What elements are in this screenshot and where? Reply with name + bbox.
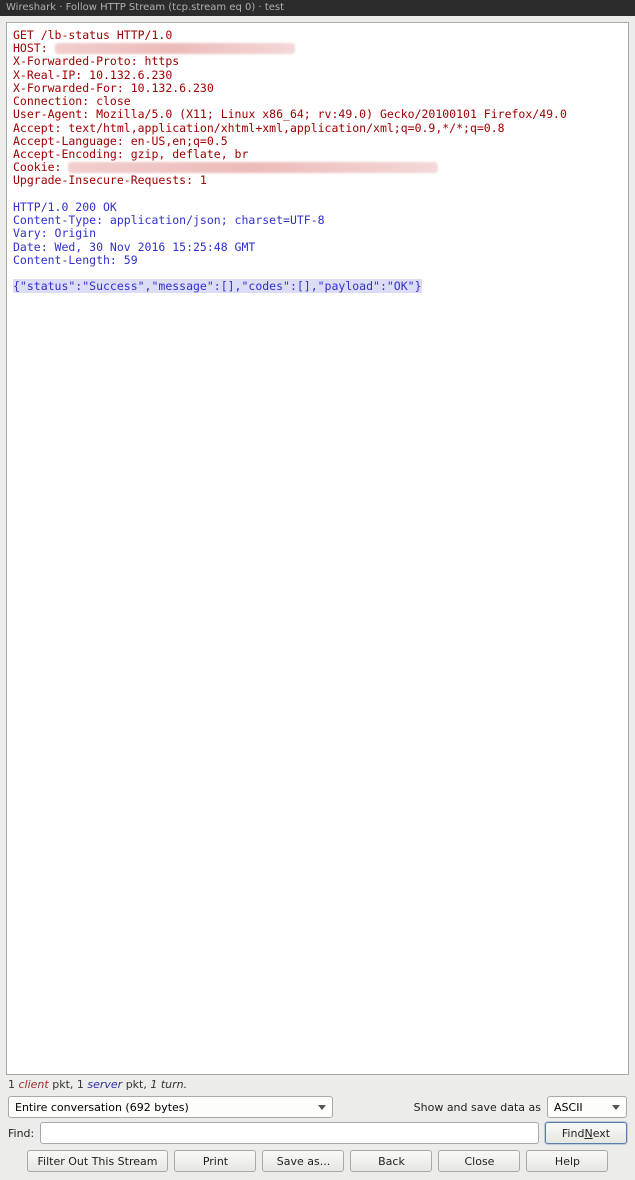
window-titlebar: Wireshark · Follow HTTP Stream (tcp.stre… [0,0,635,16]
find-row: Find: Find Next [6,1120,629,1146]
sum-mid1: pkt, [49,1078,77,1091]
chevron-down-icon [318,1105,326,1110]
res-body: {"status":"Success","message":[],"codes"… [13,279,422,293]
req-xfp: X-Forwarded-Proto: https [13,54,179,68]
server-count: 1 [77,1078,88,1091]
redacted-cookie [68,162,438,173]
format-select[interactable]: ASCII [547,1096,627,1118]
find-next-pre: Find [562,1127,585,1140]
res-vary: Vary: Origin [13,226,96,240]
save-as-button[interactable]: Save as... [262,1150,344,1172]
filter-out-button[interactable]: Filter Out This Stream [27,1150,169,1172]
req-ua: User-Agent: Mozilla/5.0 (X11; Linux x86_… [13,107,567,121]
action-button-row: Filter Out This Stream Print Save as... … [6,1146,629,1174]
conversation-select[interactable]: Entire conversation (692 bytes) [8,1096,333,1118]
turn-text: 1 turn. [150,1078,187,1091]
client-count: 1 [8,1078,19,1091]
client-word: client [19,1078,49,1091]
res-date: Date: Wed, 30 Nov 2016 15:25:48 GMT [13,240,255,254]
show-save-label: Show and save data as [414,1101,541,1114]
req-cookie-label: Cookie: [13,160,68,174]
find-next-rest: ext [593,1127,610,1140]
sum-mid2: pkt, [122,1078,150,1091]
stream-text-area[interactable]: GET /lb-status HTTP/1.0 HOST: X-Forwarde… [6,22,629,1075]
req-xrip: X-Real-IP: 10.132.6.230 [13,68,172,82]
help-button[interactable]: Help [526,1150,608,1172]
req-upgrade: Upgrade-Insecure-Requests: 1 [13,173,207,187]
req-xff: X-Forwarded-For: 10.132.6.230 [13,81,214,95]
find-next-mnemonic: N [584,1127,592,1140]
chevron-down-icon [612,1105,620,1110]
find-label: Find: [8,1127,34,1140]
res-status: HTTP/1.0 200 OK [13,200,117,214]
res-clen: Content-Length: 59 [13,253,138,267]
find-next-button[interactable]: Find Next [545,1122,627,1144]
req-conn: Connection: close [13,94,131,108]
find-input[interactable] [40,1122,539,1144]
server-word: server [87,1078,122,1091]
redacted-host [55,43,295,54]
conversation-row: Entire conversation (692 bytes) Show and… [6,1094,629,1120]
req-accept-lang: Accept-Language: en-US,en;q=0.5 [13,134,228,148]
format-select-value: ASCII [554,1101,583,1114]
req-line: GET /lb-status HTTP/1.0 [13,28,172,42]
dialog-body: GET /lb-status HTTP/1.0 HOST: X-Forwarde… [0,16,635,1180]
req-accept: Accept: text/html,application/xhtml+xml,… [13,121,505,135]
close-button[interactable]: Close [438,1150,520,1172]
back-button[interactable]: Back [350,1150,432,1172]
req-accept-enc: Accept-Encoding: gzip, deflate, br [13,147,248,161]
print-button[interactable]: Print [174,1150,256,1172]
res-ctype: Content-Type: application/json; charset=… [13,213,325,227]
packet-summary: 1 client pkt, 1 server pkt, 1 turn. [6,1075,629,1094]
req-host-label: HOST: [13,41,55,55]
conversation-select-value: Entire conversation (692 bytes) [15,1101,189,1114]
